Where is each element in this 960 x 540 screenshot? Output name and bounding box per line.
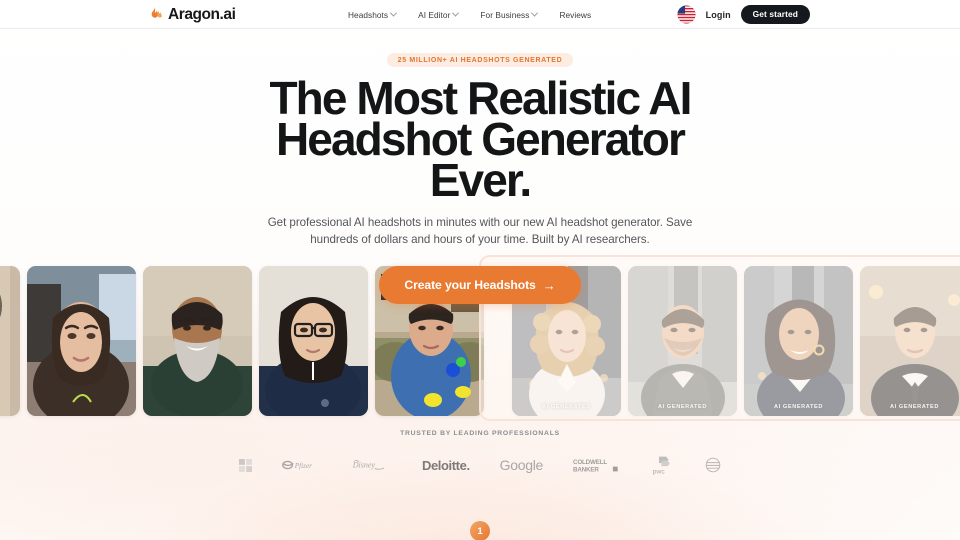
chevron-down-icon	[531, 9, 539, 17]
nav-item-label: Reviews	[559, 9, 592, 20]
brand-logo[interactable]: Aragon.ai	[150, 0, 236, 29]
coldwell-banker-logo: COLDWELL BANKER	[573, 452, 621, 478]
microsoft-icon	[238, 458, 252, 472]
main-nav: Headshots AI Editor For Business Reviews	[348, 0, 591, 29]
site-header: Aragon.ai Headshots AI Editor For Busine…	[0, 0, 960, 29]
page-title: The Most Realistic AI Headshot Generator…	[245, 75, 715, 203]
nav-item-reviews[interactable]: Reviews	[559, 10, 591, 20]
hero-subtitle: Get professional AI headshots in minutes…	[267, 216, 693, 246]
cta-label: Create your Headshots	[404, 278, 536, 292]
svg-text:Disney: Disney	[352, 461, 375, 470]
pwc-logo: pwc	[651, 452, 675, 478]
nav-item-headshots[interactable]: Headshots	[348, 9, 398, 20]
coldwell-banker-icon: COLDWELL BANKER	[573, 459, 618, 473]
svg-text:pwc: pwc	[653, 468, 666, 475]
ai-generated-tag: AI GENERATED	[889, 404, 940, 410]
nav-item-label: AI Editor	[418, 9, 451, 20]
chevron-down-icon	[390, 9, 398, 17]
hero-section: 25 MILLION+ AI HEADSHOTS GENERATED The M…	[0, 29, 960, 304]
nav-item-label: Headshots	[348, 9, 389, 20]
trusted-by-label: TRUSTED BY LEADING PROFESSIONALS	[400, 430, 560, 437]
google-wordmark: Google	[499, 457, 544, 473]
svg-text:BANKER: BANKER	[573, 466, 599, 473]
ai-generated-tag: AI GENERATED	[657, 404, 708, 410]
deloitte-logo: Deloitte.	[422, 452, 470, 478]
nav-item-for-business[interactable]: For Business	[480, 9, 539, 20]
carousel-pager-1[interactable]: 1	[470, 521, 490, 540]
get-started-button[interactable]: Get started	[740, 5, 810, 24]
chevron-down-icon	[452, 9, 460, 17]
header-actions: Login Get started	[676, 0, 810, 29]
nav-item-ai-editor[interactable]: AI Editor	[418, 9, 460, 20]
ai-generated-tag: AI GENERATED	[773, 404, 824, 410]
pwc-icon: pwc	[653, 456, 670, 475]
att-icon	[705, 457, 721, 473]
arrow-right-icon: →	[542, 277, 556, 293]
headline-line-2: Headshot Generator Ever.	[275, 113, 686, 206]
stats-badge: 25 MILLION+ AI HEADSHOTS GENERATED	[386, 53, 574, 67]
us-flag-icon[interactable]	[676, 5, 696, 24]
create-headshots-button[interactable]: Create your Headshots →	[379, 266, 581, 304]
brand-name: Aragon.ai	[168, 5, 236, 23]
att-logo	[705, 452, 721, 478]
svg-text:COLDWELL: COLDWELL	[573, 459, 607, 466]
ai-generated-tag: AI GENERATED	[541, 404, 592, 410]
disney-logo: Disney	[352, 452, 392, 478]
svg-text:Pfizer: Pfizer	[294, 462, 312, 470]
deloitte-wordmark: Deloitte.	[421, 457, 470, 473]
flame-icon	[151, 7, 162, 18]
disney-icon: Disney	[352, 460, 385, 470]
login-link[interactable]: Login	[706, 10, 731, 20]
partner-logos: Pfizer Disney Deloitte. Google COLDWELL …	[0, 452, 960, 478]
landing-page: Aragon.ai Headshots AI Editor For Busine…	[0, 0, 960, 540]
microsoft-logo	[238, 452, 252, 478]
google-logo: Google	[499, 452, 544, 478]
pfizer-logo: Pfizer	[282, 452, 322, 478]
nav-item-label: For Business	[480, 9, 530, 20]
pfizer-icon: Pfizer	[282, 460, 312, 470]
